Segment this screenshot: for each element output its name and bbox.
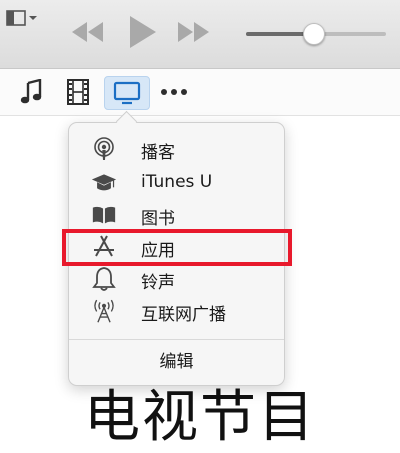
menu-item-label: 互联网广播 (141, 305, 226, 325)
music-note-icon (20, 79, 42, 104)
play-icon (130, 16, 156, 48)
menu-item-label: 图书 (141, 209, 175, 229)
menu-divider (69, 339, 284, 340)
menu-item-apps[interactable]: 应用 (69, 231, 284, 263)
fast-forward-icon (178, 22, 209, 42)
edit-button[interactable]: 编辑 (69, 345, 284, 379)
menu-item-label: iTunes U (141, 172, 213, 192)
menu-item-internet-radio[interactable]: 互联网广播 (69, 295, 284, 327)
play-button[interactable] (126, 14, 158, 54)
menu-item-books[interactable]: 图书 (69, 199, 284, 231)
volume-slider[interactable] (246, 23, 386, 45)
media-kind-more[interactable] (156, 76, 192, 108)
menu-item-label: 播客 (141, 143, 175, 163)
menu-item-label: 应用 (141, 241, 175, 261)
graduation-cap-icon (91, 171, 117, 195)
radio-antenna-icon (91, 299, 117, 323)
player-toolbar (0, 0, 400, 69)
volume-knob[interactable] (303, 23, 326, 45)
media-kind-tv-shows[interactable] (104, 76, 150, 110)
menu-item-label: 铃声 (141, 273, 175, 293)
menu-item-itunes-u[interactable]: iTunes U (69, 167, 284, 199)
podcast-icon (91, 137, 117, 161)
book-icon (91, 203, 117, 227)
tv-icon (113, 81, 141, 105)
fast-forward-button[interactable] (175, 18, 211, 50)
rewind-icon (72, 22, 103, 42)
media-kind-bar (0, 69, 400, 116)
rewind-button[interactable] (70, 18, 106, 50)
media-kind-music[interactable] (14, 76, 50, 108)
more-dots-icon (161, 89, 187, 95)
sidebar-menu-icon[interactable] (6, 8, 42, 28)
bell-icon (91, 267, 117, 291)
app-store-icon (91, 235, 117, 259)
film-icon (67, 79, 89, 105)
menu-item-ringtones[interactable]: 铃声 (69, 263, 284, 295)
media-kind-popover: 播客 iTunes U 图书 应用 铃声 互联网广播 编辑 (68, 122, 285, 386)
media-kind-movies[interactable] (60, 76, 96, 108)
menu-item-podcasts[interactable]: 播客 (69, 133, 284, 165)
